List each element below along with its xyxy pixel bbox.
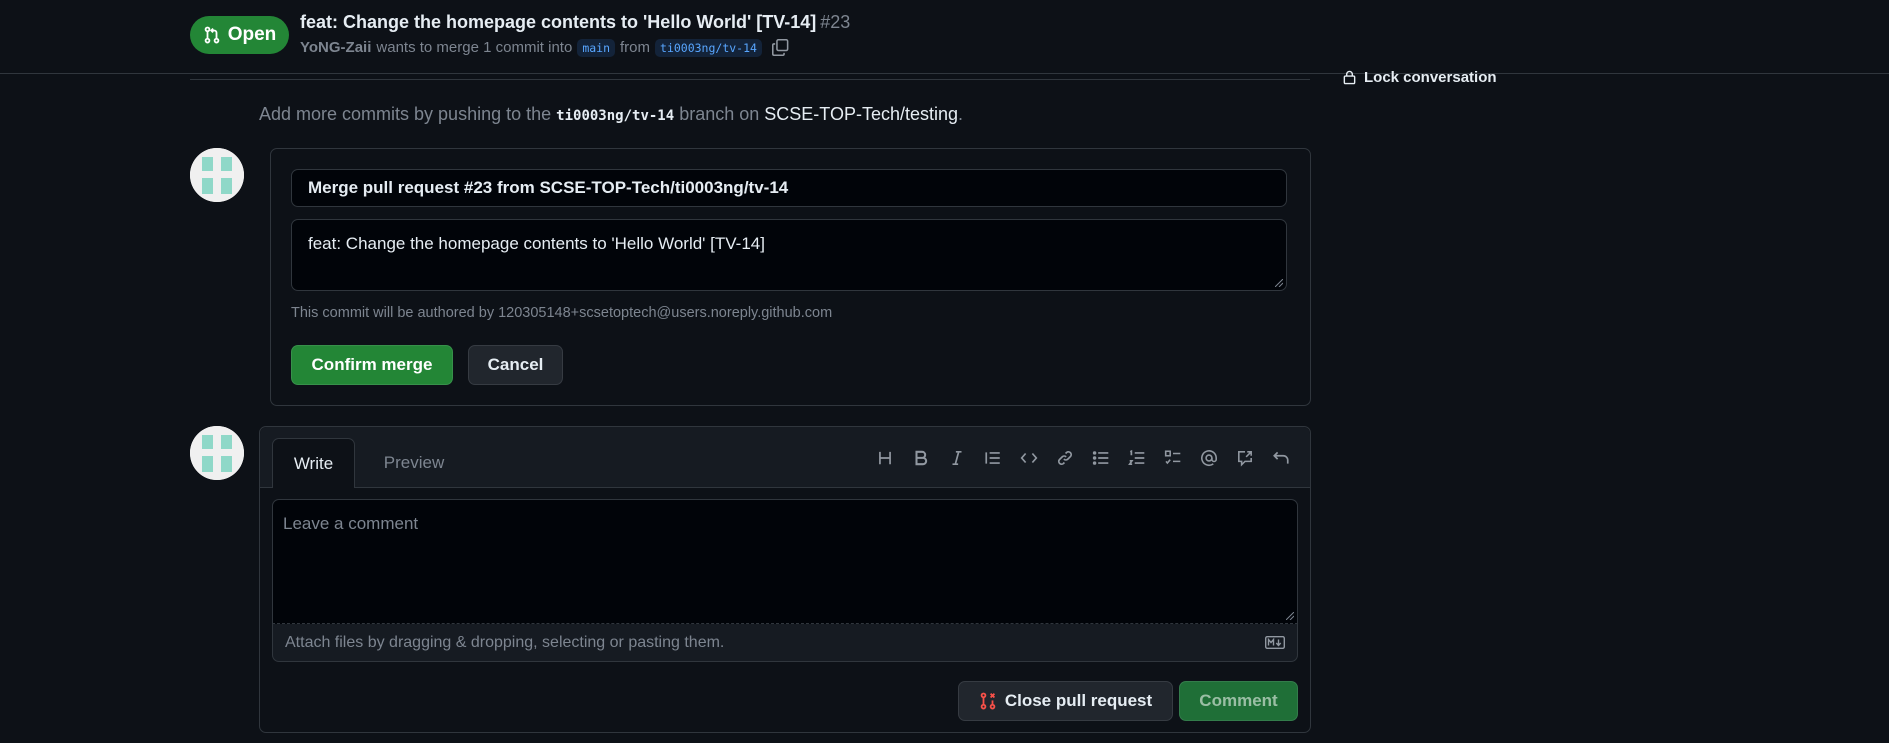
undo-icon[interactable] [1269, 447, 1292, 469]
resize-handle-icon[interactable] [1286, 612, 1294, 620]
bold-icon[interactable] [909, 447, 932, 469]
pr-merge-text: wants to merge 1 commit into [376, 39, 573, 56]
copy-icon[interactable] [771, 38, 790, 57]
avatar[interactable] [190, 426, 244, 480]
comment-submit-button[interactable]: Comment [1179, 681, 1298, 721]
pr-title: feat: Change the homepage contents to 'H… [300, 12, 850, 33]
pr-title-text: feat: Change the homepage contents to 'H… [300, 12, 817, 32]
push-hint-branch: ti0003ng/tv-14 [556, 108, 675, 124]
comment-placeholder: Leave a comment [283, 514, 419, 533]
pr-sticky-header: Open feat: Change the homepage contents … [0, 0, 1889, 74]
heading-icon[interactable] [873, 447, 896, 469]
code-icon[interactable] [1017, 447, 1040, 469]
confirm-merge-button[interactable]: Confirm merge [291, 345, 453, 385]
merge-commit-message-textarea[interactable]: feat: Change the homepage contents to 'H… [291, 219, 1287, 291]
cancel-merge-button[interactable]: Cancel [468, 345, 563, 385]
base-branch-label[interactable]: main [577, 38, 616, 57]
close-pull-request-button[interactable]: Close pull request [958, 681, 1173, 721]
lock-conversation-label: Lock conversation [1364, 69, 1497, 86]
merge-commit-title-input[interactable]: Merge pull request #23 from SCSE-TOP-Tec… [291, 169, 1287, 207]
link-icon[interactable] [1053, 447, 1076, 469]
timeline-divider [190, 79, 1310, 80]
task-list-icon[interactable] [1161, 447, 1184, 469]
merge-confirmation-form: Merge pull request #23 from SCSE-TOP-Tec… [270, 148, 1311, 406]
pr-number: #23 [820, 12, 851, 32]
numbered-list-icon[interactable] [1125, 447, 1148, 469]
push-hint-prefix: Add more commits by pushing to the [259, 104, 552, 124]
close-pull-request-label: Close pull request [1004, 691, 1153, 710]
markdown-icon[interactable] [1265, 636, 1285, 649]
italic-icon[interactable] [945, 447, 968, 469]
lock-conversation-link[interactable]: Lock conversation [1342, 69, 1497, 86]
git-pull-request-icon [203, 26, 221, 44]
resize-handle-icon[interactable] [1275, 279, 1283, 287]
markdown-toolbar [873, 447, 1292, 469]
pr-state-label: Open [227, 24, 277, 45]
attach-files-bar[interactable]: Attach files by dragging & dropping, sel… [272, 624, 1298, 662]
comment-tabbar: Write Preview [260, 427, 1310, 488]
cross-reference-icon[interactable] [1233, 447, 1256, 469]
push-commits-hint: Add more commits by pushing to the ti000… [259, 104, 963, 125]
bulleted-list-icon[interactable] [1089, 447, 1112, 469]
quote-icon[interactable] [981, 447, 1004, 469]
attach-files-hint: Attach files by dragging & dropping, sel… [285, 633, 725, 651]
git-pull-request-closed-icon [979, 692, 997, 710]
pr-from-text: from [620, 39, 651, 56]
push-hint-suffix: . [958, 104, 964, 124]
pr-author-link[interactable]: YoNG-Zaii [300, 39, 371, 56]
tab-write[interactable]: Write [272, 438, 355, 488]
tab-preview[interactable]: Preview [366, 438, 462, 487]
pr-state-badge: Open [190, 16, 289, 54]
lock-icon [1342, 70, 1357, 85]
commit-author-note: This commit will be authored by 12030514… [291, 305, 833, 321]
new-comment-form: Write Preview Leave a comment Attach fil… [259, 426, 1311, 733]
head-branch-label[interactable]: ti0003ng/tv-14 [655, 38, 762, 57]
avatar[interactable] [190, 148, 244, 202]
push-hint-repo-link[interactable]: SCSE-TOP-Tech/testing [764, 104, 958, 124]
push-hint-middle: branch on [679, 104, 760, 124]
pr-subtitle: YoNG-Zaii wants to merge 1 commit into m… [300, 38, 790, 57]
merge-commit-message-text: feat: Change the homepage contents to 'H… [308, 234, 765, 253]
comment-textarea[interactable]: Leave a comment [272, 499, 1298, 624]
mention-icon[interactable] [1197, 447, 1220, 469]
